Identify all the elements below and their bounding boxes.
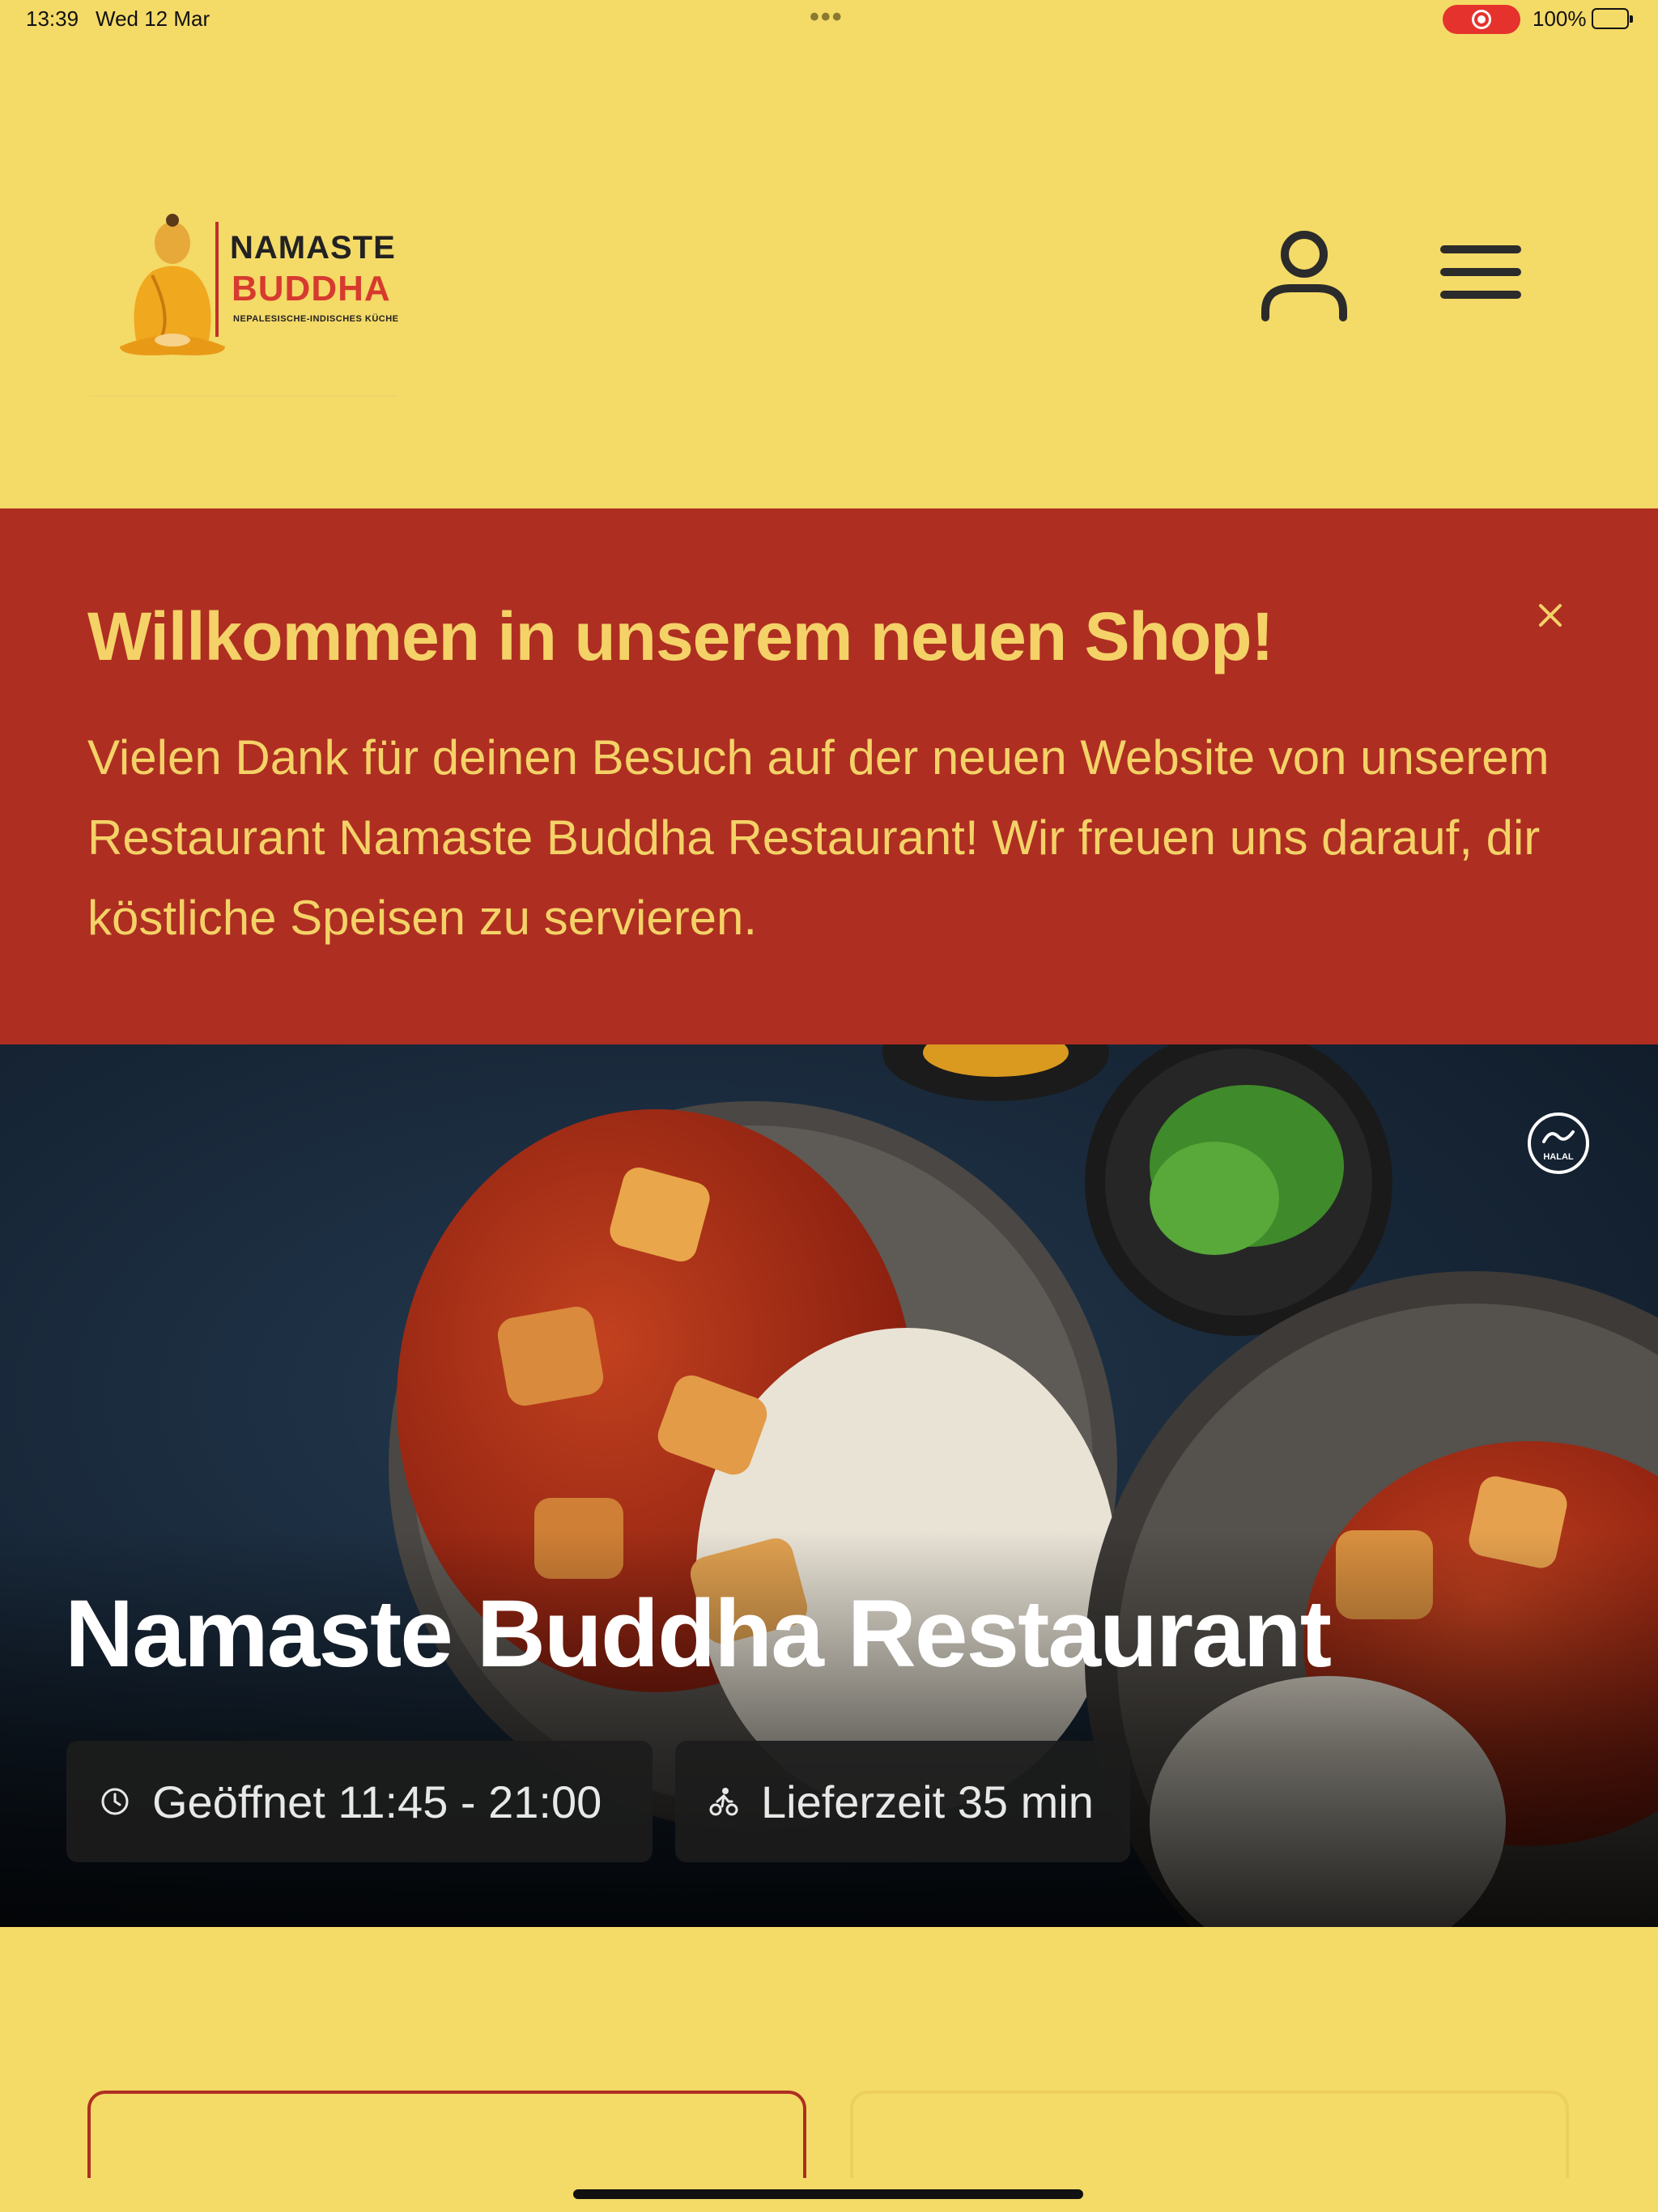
status-date: Wed 12 Mar bbox=[96, 6, 210, 31]
restaurant-name: Namaste Buddha Restaurant bbox=[65, 1580, 1332, 1687]
opening-hours-text: Geöffnet 11:45 - 21:00 bbox=[152, 1776, 602, 1827]
logo-text-buddha: BUDDHA bbox=[232, 269, 391, 308]
clock-icon bbox=[101, 1788, 129, 1815]
halal-label: HALAL bbox=[1543, 1152, 1574, 1162]
account-button[interactable] bbox=[1259, 227, 1350, 324]
halal-badge: HALAL bbox=[1526, 1111, 1591, 1176]
buddha-logo-icon bbox=[120, 214, 225, 355]
close-icon bbox=[1539, 604, 1562, 627]
user-icon bbox=[1261, 231, 1347, 321]
banner-title: Willkommen in unserem neuen Shop! bbox=[87, 598, 1273, 674]
status-bar: 13:39 Wed 12 Mar ••• 100% bbox=[0, 0, 1658, 39]
logo-text-namaste: NAMASTE bbox=[230, 230, 396, 266]
divider bbox=[89, 395, 397, 397]
banner-body: Vielen Dank für deinen Besuch auf der ne… bbox=[87, 730, 1550, 945]
multitasking-dots-icon[interactable]: ••• bbox=[810, 2, 844, 33]
delivery-time-chip: Lieferzeit 35 min bbox=[675, 1741, 1130, 1862]
menu-button[interactable] bbox=[1439, 243, 1522, 301]
home-indicator[interactable] bbox=[573, 2189, 1083, 2199]
logo-divider bbox=[215, 222, 219, 337]
status-time: 13:39 bbox=[26, 6, 79, 31]
opening-hours-chip: Geöffnet 11:45 - 21:00 bbox=[66, 1741, 653, 1862]
screen-recording-icon[interactable] bbox=[1443, 5, 1520, 34]
battery-icon bbox=[1592, 8, 1633, 29]
delivery-time-text: Lieferzeit 35 min bbox=[761, 1776, 1094, 1827]
hamburger-menu-icon bbox=[1440, 245, 1521, 299]
welcome-banner: Willkommen in unserem neuen Shop! Vielen… bbox=[0, 508, 1658, 1044]
close-banner-button[interactable] bbox=[1533, 598, 1568, 633]
hero-section: HALAL Namaste Buddha Restaurant Geöffnet… bbox=[0, 1044, 1658, 1927]
halal-icon: HALAL bbox=[1528, 1112, 1589, 1174]
logo-tagline: NEPALESISCHE-INDISCHES KÜCHE bbox=[233, 314, 399, 324]
bike-courier-icon bbox=[709, 1788, 738, 1816]
battery-percent: 100% bbox=[1533, 6, 1587, 31]
